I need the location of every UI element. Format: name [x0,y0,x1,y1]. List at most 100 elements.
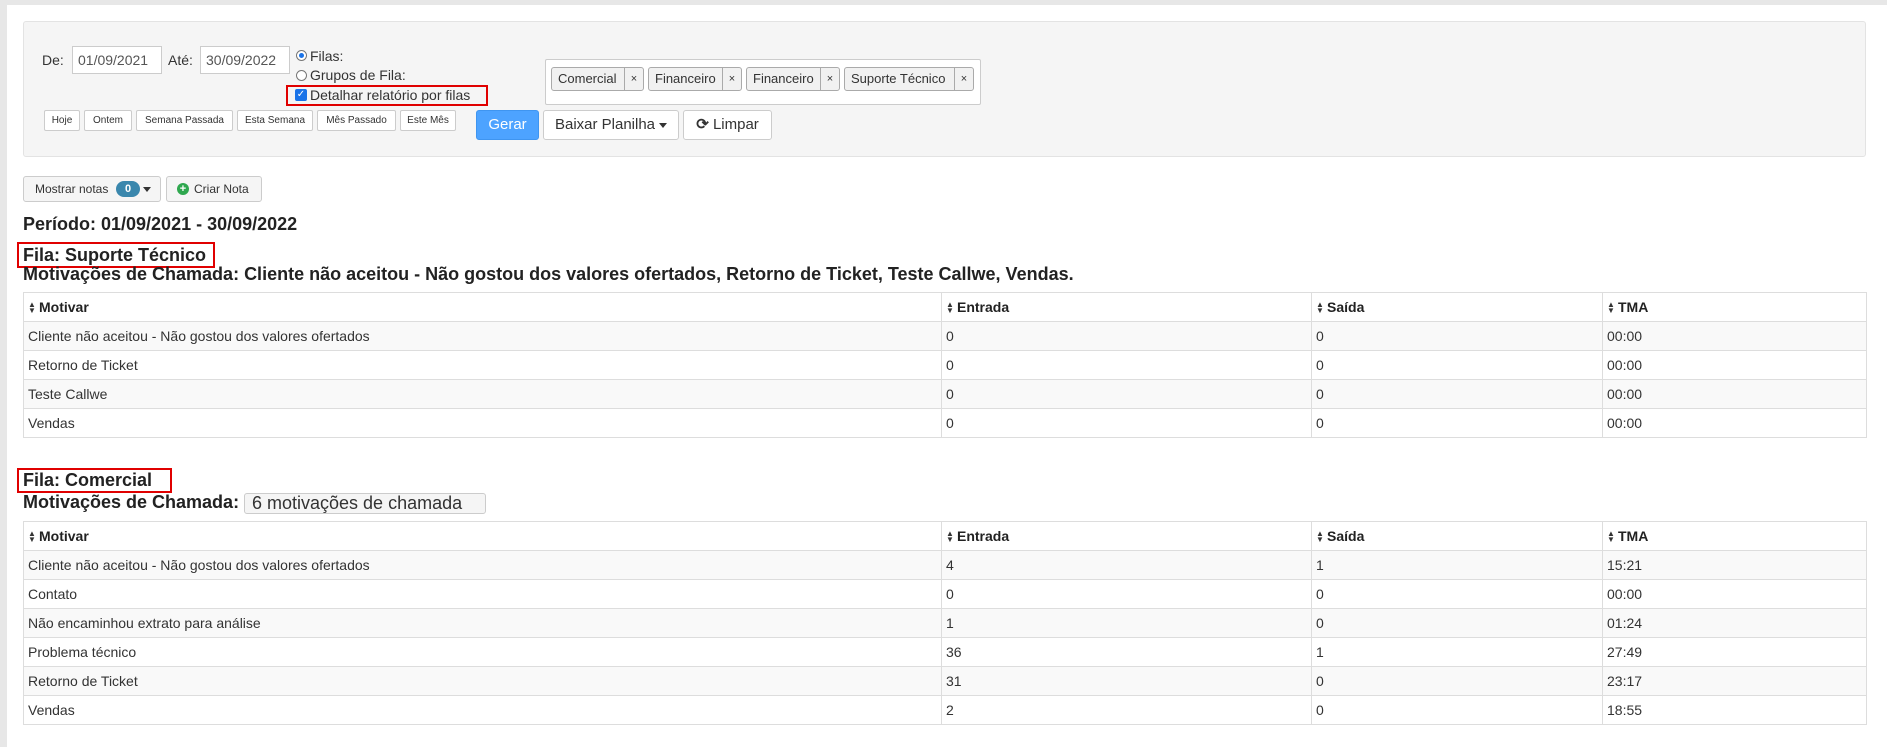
cell-motivar: Não encaminhou extrato para análise [23,608,942,638]
sort-icon: ▲ ▼ [28,529,36,545]
sort-icon: ▲ ▼ [1607,300,1615,316]
cell-motivar: Problema técnico [23,637,942,667]
cell-motivar: Vendas [23,408,942,438]
cell-entrada: 0 [941,579,1312,609]
yesterday-button[interactable]: Ontem [84,110,132,131]
this-month-button[interactable]: Este Mês [400,110,456,131]
queue-tag: Suporte Técnico × [844,67,974,91]
cell-tma: 00:00 [1602,321,1867,351]
generate-button[interactable]: Gerar [476,110,539,140]
clear-button[interactable]: ⟳ Limpar [683,110,772,140]
table-row: Retorno de Ticket 31 0 23:17 [23,666,1867,696]
cell-entrada: 31 [941,666,1312,696]
cell-tma: 18:55 [1602,695,1867,725]
queue-title: Fila: Suporte Técnico [23,245,207,265]
sort-icon: ▲ ▼ [1316,300,1324,316]
detail-by-queue-checkbox[interactable]: ✓ [295,89,307,101]
clear-label: Limpar [712,116,759,133]
from-date-input[interactable] [72,46,162,74]
cell-tma: 15:21 [1602,550,1867,580]
column-header-saida[interactable]: ▲ ▼ Saída [1311,521,1603,551]
table-row: Contato 0 0 00:00 [23,579,1867,609]
table-row: Cliente não aceitou - Não gostou dos val… [23,321,1867,351]
create-note-button[interactable]: + Criar Nota [166,176,262,202]
download-spreadsheet-button[interactable]: Baixar Planilha [543,110,679,140]
table-row: Teste Callwe 0 0 00:00 [23,379,1867,409]
column-header-label: Entrada [957,528,1010,544]
cell-saida: 0 [1311,379,1603,409]
cell-saida: 0 [1311,408,1603,438]
cell-saida: 0 [1311,579,1603,609]
cell-entrada: 2 [941,695,1312,725]
queue-tag-label: Suporte Técnico [851,71,946,86]
cell-motivar: Vendas [23,695,942,725]
cell-entrada: 0 [941,379,1312,409]
cell-saida: 0 [1311,666,1603,696]
last-week-button[interactable]: Semana Passada [136,110,233,131]
caret-down-icon [143,187,151,192]
column-header-saida[interactable]: ▲ ▼ Saída [1311,292,1603,322]
cell-entrada: 4 [941,550,1312,580]
queue-select[interactable]: Comercial × Financeiro × Financeiro × Su… [545,59,981,105]
period-title: Período: 01/09/2021 - 30/09/2022 [23,214,298,234]
remove-tag-icon[interactable]: × [954,68,973,90]
cell-motivar: Retorno de Ticket [23,350,942,380]
column-header-entrada[interactable]: ▲ ▼ Entrada [941,292,1312,322]
table-row: Não encaminhou extrato para análise 1 0 … [23,608,1867,638]
grupos-fila-radio[interactable] [296,70,307,81]
remove-tag-icon[interactable]: × [820,68,839,90]
show-notes-label: Mostrar notas [35,182,109,196]
motivations-dropdown[interactable]: 6 motivações de chamada [244,493,486,514]
cell-motivar: Teste Callwe [23,379,942,409]
create-note-label: Criar Nota [194,182,249,196]
cell-tma: 23:17 [1602,666,1867,696]
sort-icon: ▲ ▼ [1316,529,1324,545]
this-week-button[interactable]: Esta Semana [237,110,313,131]
cell-tma: 00:00 [1602,350,1867,380]
filas-radio[interactable] [296,50,307,61]
table-header-row: ▲ ▼ Motivar ▲ ▼ Entrada ▲ ▼ Saída ▲ ▼ TMA [23,292,1867,322]
cell-entrada: 0 [941,408,1312,438]
table-row: Vendas 0 0 00:00 [23,408,1867,438]
remove-tag-icon[interactable]: × [624,68,643,90]
column-header-label: Saída [1327,528,1365,544]
cell-entrada: 36 [941,637,1312,667]
column-header-label: Motivar [39,528,89,544]
queue-tag-label: Financeiro [655,71,716,86]
show-notes-button[interactable]: Mostrar notas 0 [23,176,161,202]
column-header-motivar[interactable]: ▲ ▼ Motivar [23,521,942,551]
sort-icon: ▲ ▼ [946,300,954,316]
table-row: Cliente não aceitou - Não gostou dos val… [23,550,1867,580]
motivations-label: Motivações de Chamada: [23,492,240,512]
report-page: De: Até: Filas: Grupos de Fila: ✓ Detalh… [7,5,1887,747]
table-row: Retorno de Ticket 0 0 00:00 [23,350,1867,380]
column-header-tma[interactable]: ▲ ▼ TMA [1602,292,1867,322]
cell-tma: 27:49 [1602,637,1867,667]
cell-tma: 00:00 [1602,408,1867,438]
refresh-icon: ⟳ [696,116,709,133]
cell-saida: 0 [1311,321,1603,351]
to-date-input[interactable] [200,46,290,74]
queue-tag-label: Financeiro [753,71,814,86]
cell-saida: 0 [1311,350,1603,380]
remove-tag-icon[interactable]: × [722,68,741,90]
table-row: Problema técnico 36 1 27:49 [23,637,1867,667]
cell-motivar: Retorno de Ticket [23,666,942,696]
download-spreadsheet-label: Baixar Planilha [554,116,656,133]
filter-panel: De: Até: Filas: Grupos de Fila: ✓ Detalh… [23,21,1866,157]
cell-tma: 01:24 [1602,608,1867,638]
detail-by-queue-label: Detalhar relatório por filas [310,87,471,103]
column-header-tma[interactable]: ▲ ▼ TMA [1602,521,1867,551]
caret-down-icon [659,122,668,128]
report-table-comercial: ▲ ▼ Motivar ▲ ▼ Entrada ▲ ▼ Saída ▲ ▼ TMA Client… [23,521,1867,725]
filas-radio-label: Filas: [310,48,344,64]
last-month-button[interactable]: Mês Passado [317,110,396,131]
column-header-entrada[interactable]: ▲ ▼ Entrada [941,521,1312,551]
table-header-row: ▲ ▼ Motivar ▲ ▼ Entrada ▲ ▼ Saída ▲ ▼ TMA [23,521,1867,551]
queue-tag: Financeiro × [648,67,742,91]
column-header-motivar[interactable]: ▲ ▼ Motivar [23,292,942,322]
cell-motivar: Cliente não aceitou - Não gostou dos val… [23,550,942,580]
today-button[interactable]: Hoje [44,110,80,131]
motivations-summary: Motivações de Chamada: Cliente não aceit… [23,264,1074,284]
column-header-label: Saída [1327,299,1365,315]
